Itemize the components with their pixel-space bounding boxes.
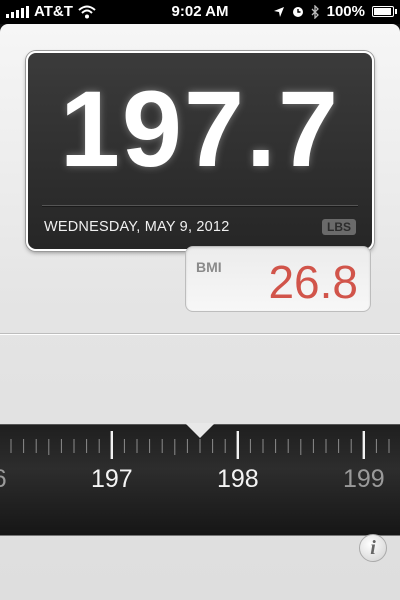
info-button[interactable]: i — [359, 534, 387, 562]
battery-icon — [372, 6, 397, 17]
ruler-label: 196 — [0, 465, 7, 493]
ruler-scale[interactable]: 196 197 198 199 — [0, 425, 400, 535]
status-right: 100% — [273, 3, 397, 20]
alarm-clock-icon — [292, 6, 303, 17]
location-arrow-icon — [273, 6, 284, 17]
ruler-pointer — [185, 423, 215, 438]
weight-display: 197.7 WEDNESDAY, MAY 9, 2012 LBS — [26, 51, 374, 251]
bmi-label: BMI — [196, 259, 222, 275]
ruler-label: 197 — [91, 465, 133, 493]
weight-ruler[interactable]: 196 197 198 199 — [0, 424, 400, 536]
panel-divider — [0, 333, 400, 335]
unit-badge[interactable]: LBS — [322, 219, 356, 235]
ruler-label: 199 — [343, 465, 385, 493]
bmi-box: BMI 26.8 — [185, 246, 371, 312]
weight-value: 197.7 — [59, 68, 341, 189]
ruler-label: 198 — [217, 465, 259, 493]
bmi-value: 26.8 — [268, 256, 358, 308]
status-bar: AT&T 9:02 AM 100% — [0, 0, 400, 24]
bluetooth-icon — [311, 4, 319, 19]
weight-date: WEDNESDAY, MAY 9, 2012 — [44, 219, 230, 235]
battery-percent: 100% — [326, 3, 365, 20]
display-divider — [42, 205, 358, 207]
